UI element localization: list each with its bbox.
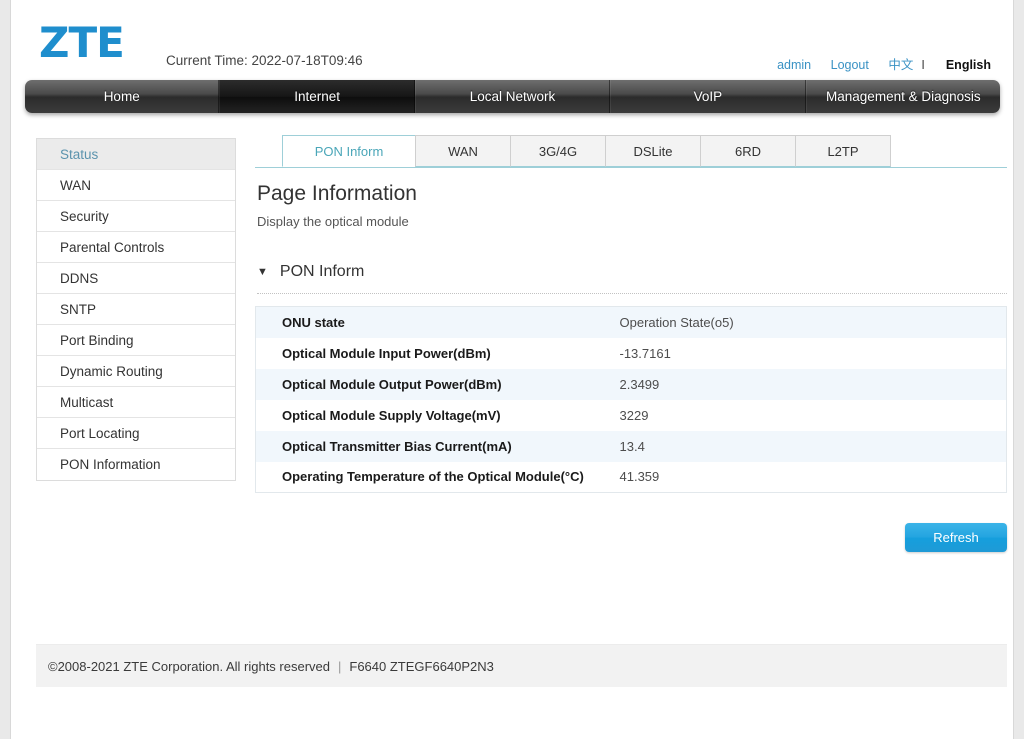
page-footer: ©2008-2021 ZTE Corporation. All rights r… bbox=[36, 644, 1007, 687]
logout-link[interactable]: Logout bbox=[831, 58, 869, 72]
content-area: Status WAN Security Parental Controls DD… bbox=[11, 122, 1013, 642]
tab-wan[interactable]: WAN bbox=[415, 135, 511, 167]
table-row: Operating Temperature of the Optical Mod… bbox=[255, 461, 1007, 493]
row-key: Optical Module Input Power(dBm) bbox=[282, 345, 491, 361]
header-links: admin Logout 中文 I English bbox=[761, 54, 991, 73]
tab-dslite[interactable]: DSLite bbox=[605, 135, 701, 167]
sidebar-item-sntp[interactable]: SNTP bbox=[37, 294, 235, 325]
row-value: 2.3499 bbox=[619, 376, 660, 392]
footer-separator: | bbox=[338, 658, 342, 674]
nav-item-voip[interactable]: VoIP bbox=[610, 80, 806, 113]
main-panel: Page Information Display the optical mod… bbox=[255, 182, 1007, 552]
sidebar-item-pon-information[interactable]: PON Information bbox=[37, 449, 235, 480]
language-switcher: 中文 I English bbox=[872, 58, 991, 72]
sidebar-item-status[interactable]: Status bbox=[37, 139, 235, 170]
current-time-label: Current Time: 2022-07-18T09:46 bbox=[166, 53, 363, 68]
sidebar-item-ddns[interactable]: DDNS bbox=[37, 263, 235, 294]
nav-item-local-network[interactable]: Local Network bbox=[414, 80, 611, 113]
table-row: Optical Module Supply Voltage(mV) 3229 bbox=[255, 399, 1007, 431]
page-title: Page Information bbox=[257, 182, 417, 205]
row-value: 13.4 bbox=[619, 438, 645, 454]
row-key: Optical Transmitter Bias Current(mA) bbox=[282, 438, 512, 454]
row-value: 41.359 bbox=[619, 469, 660, 485]
row-key: Operating Temperature of the Optical Mod… bbox=[282, 469, 584, 485]
tab-3g-4g[interactable]: 3G/4G bbox=[510, 135, 606, 167]
button-row: Refresh bbox=[255, 523, 1007, 552]
tab-bar-lead bbox=[255, 136, 283, 167]
refresh-button[interactable]: Refresh bbox=[905, 523, 1007, 552]
page-frame: ZTE Current Time: 2022-07-18T09:46 admin… bbox=[10, 0, 1014, 739]
row-key: Optical Module Output Power(dBm) bbox=[282, 376, 502, 392]
row-value: -13.7161 bbox=[619, 345, 671, 361]
row-value: Operation State(o5) bbox=[619, 314, 734, 330]
sidebar-item-port-locating[interactable]: Port Locating bbox=[37, 418, 235, 449]
nav-item-internet[interactable]: Internet bbox=[219, 80, 415, 113]
sidebar-item-parental-controls[interactable]: Parental Controls bbox=[37, 232, 235, 263]
sidebar-item-dynamic-routing[interactable]: Dynamic Routing bbox=[37, 356, 235, 387]
row-value: 3229 bbox=[619, 407, 649, 423]
page-header: ZTE Current Time: 2022-07-18T09:46 admin… bbox=[11, 0, 1013, 78]
main-navigation: Home Internet Local Network VoIP Managem… bbox=[25, 80, 1000, 113]
nav-item-management-diagnosis[interactable]: Management & Diagnosis bbox=[805, 80, 1000, 113]
pon-inform-section-header[interactable]: ▼ PON Inform bbox=[257, 263, 1007, 294]
footer-copyright: ©2008-2021 ZTE Corporation. All rights r… bbox=[48, 658, 330, 674]
row-key: ONU state bbox=[282, 314, 345, 330]
page-subtitle: Display the optical module bbox=[257, 214, 409, 229]
tab-bar: PON Inform WAN 3G/4G DSLite 6RD L2TP bbox=[255, 135, 1007, 168]
table-row: Optical Module Output Power(dBm) 2.3499 bbox=[255, 368, 1007, 400]
row-key: Optical Module Supply Voltage(mV) bbox=[282, 407, 501, 423]
tab-l2tp[interactable]: L2TP bbox=[795, 135, 891, 167]
chevron-down-icon: ▼ bbox=[257, 265, 268, 278]
nav-item-home[interactable]: Home bbox=[25, 80, 220, 113]
table-row: Optical Transmitter Bias Current(mA) 13.… bbox=[255, 430, 1007, 462]
language-english-link[interactable]: English bbox=[946, 58, 991, 72]
footer-model: F6640 ZTEGF6640P2N3 bbox=[349, 658, 494, 674]
tab-pon-inform[interactable]: PON Inform bbox=[282, 135, 416, 167]
admin-user-link[interactable]: admin bbox=[777, 58, 811, 72]
tab-6rd[interactable]: 6RD bbox=[700, 135, 796, 167]
sidebar-item-wan[interactable]: WAN bbox=[37, 170, 235, 201]
sidebar-item-security[interactable]: Security bbox=[37, 201, 235, 232]
section-title: PON Inform bbox=[279, 263, 365, 280]
language-separator: I bbox=[921, 58, 925, 72]
sidebar-item-port-binding[interactable]: Port Binding bbox=[37, 325, 235, 356]
table-row: ONU state Operation State(o5) bbox=[255, 306, 1007, 338]
sidebar-item-multicast[interactable]: Multicast bbox=[37, 387, 235, 418]
language-chinese-link[interactable]: 中文 bbox=[888, 58, 913, 72]
sidebar-menu: Status WAN Security Parental Controls DD… bbox=[36, 138, 236, 481]
zte-logo: ZTE bbox=[39, 18, 125, 67]
table-row: Optical Module Input Power(dBm) -13.7161 bbox=[255, 337, 1007, 369]
pon-info-table: ONU state Operation State(o5) Optical Mo… bbox=[255, 306, 1007, 493]
